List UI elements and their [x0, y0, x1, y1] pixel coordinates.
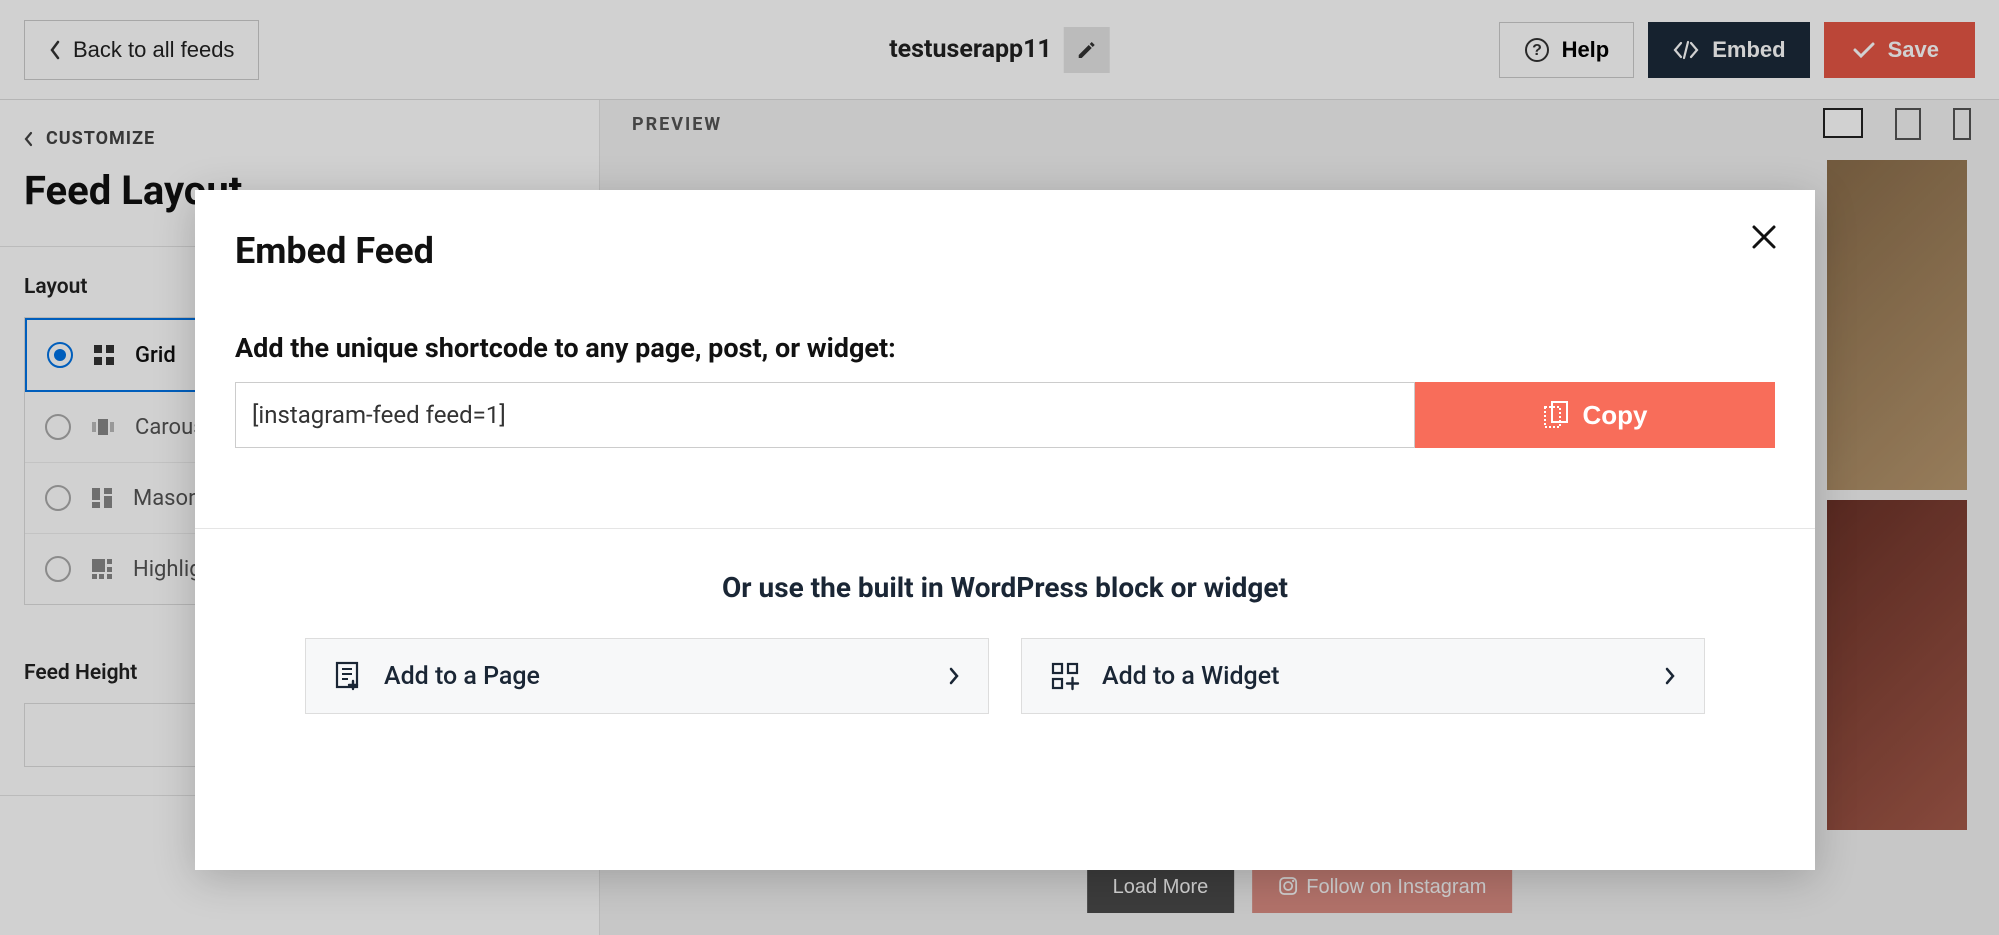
divider [195, 528, 1815, 529]
chevron-right-icon [1664, 666, 1676, 686]
shortcode-prompt: Add the unique shortcode to any page, po… [235, 332, 1775, 364]
add-widget-label: Add to a Widget [1102, 662, 1279, 691]
modal-title: Embed Feed [235, 230, 1775, 272]
chevron-right-icon [948, 666, 960, 686]
widget-icon [1050, 661, 1080, 691]
copy-icon [1543, 400, 1569, 430]
add-page-label: Add to a Page [384, 662, 540, 691]
copy-label: Copy [1583, 400, 1648, 431]
shortcode-input[interactable] [235, 382, 1415, 448]
alt-heading: Or use the built in WordPress block or w… [235, 571, 1775, 604]
action-row: Add to a Page Add to a Widget [235, 638, 1775, 714]
copy-shortcode-button[interactable]: Copy [1415, 382, 1775, 448]
shortcode-row: Copy [235, 382, 1775, 448]
close-icon [1749, 222, 1779, 252]
page-icon [334, 661, 362, 691]
add-to-page-button[interactable]: Add to a Page [305, 638, 989, 714]
close-modal-button[interactable] [1749, 222, 1779, 252]
add-to-widget-button[interactable]: Add to a Widget [1021, 638, 1705, 714]
embed-feed-modal: Embed Feed Add the unique shortcode to a… [195, 190, 1815, 870]
